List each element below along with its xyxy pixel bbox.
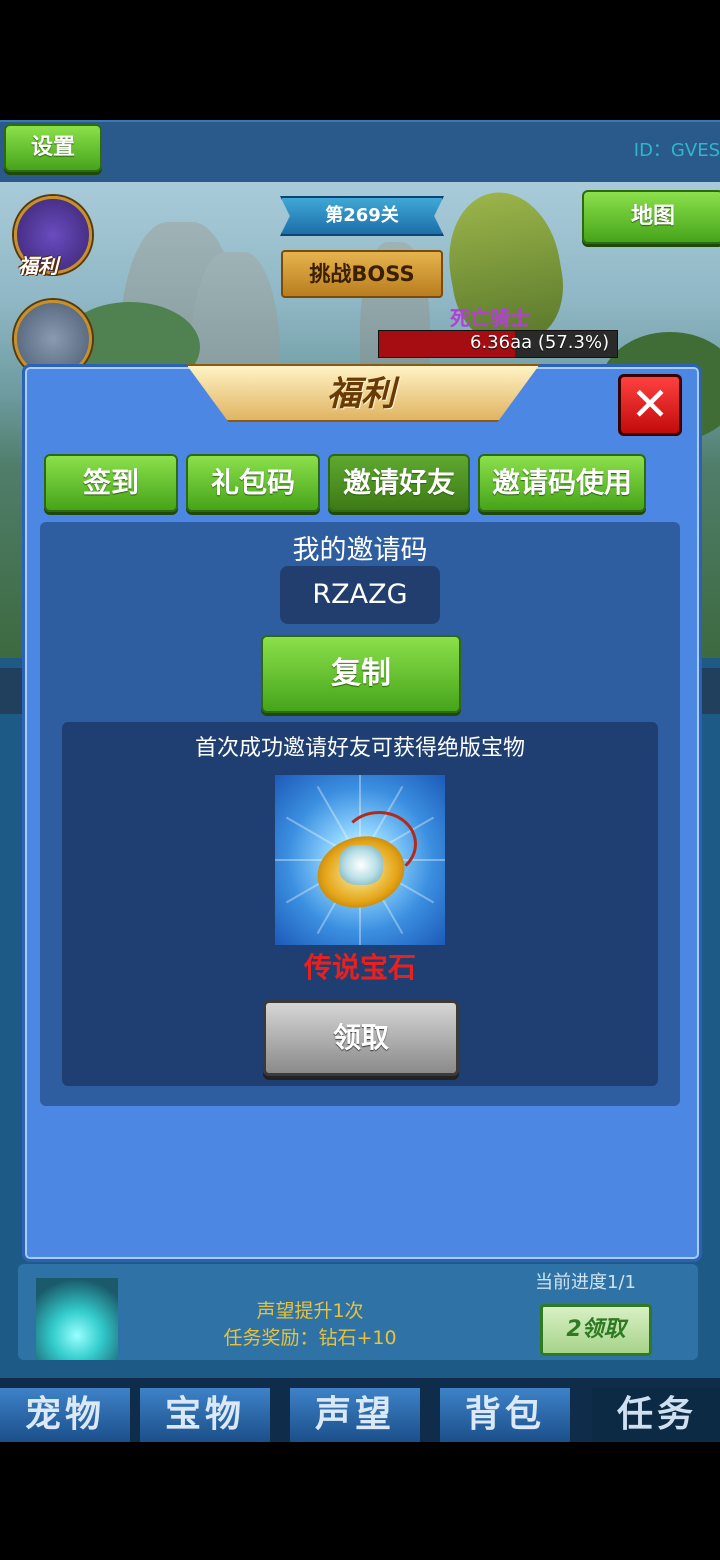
- settings-button[interactable]: 设置: [4, 124, 102, 172]
- invite-code-value: RZAZG: [280, 566, 440, 624]
- task-progress: 当前进度1/1: [535, 1272, 636, 1293]
- map-button[interactable]: 地图: [582, 190, 720, 244]
- challenge-boss-button[interactable]: 挑战BOSS: [281, 250, 443, 298]
- player-id: ID：GVES: [633, 140, 720, 161]
- nav-tab-reputation[interactable]: 声望: [290, 1388, 420, 1442]
- claim-reward-button[interactable]: 领取: [263, 1000, 459, 1076]
- boss-name: 死亡骑士: [450, 306, 530, 330]
- tab-use-invite-code[interactable]: 邀请码使用: [478, 454, 646, 512]
- boss-hp-text: 6.36aa (57.3%): [470, 332, 610, 353]
- gem-amulet-icon: [275, 775, 445, 945]
- tab-signin[interactable]: 签到: [44, 454, 178, 512]
- my-invite-code-label: 我的邀请码: [292, 535, 428, 566]
- task-reward: 任务奖励：钻石+10: [223, 1327, 397, 1349]
- task-title: 声望提升1次: [256, 1300, 364, 1322]
- task-avatar: [36, 1278, 118, 1360]
- nav-tab-treasure[interactable]: 宝物: [140, 1388, 270, 1442]
- dialog-title: 福利: [327, 374, 395, 414]
- task-claim-button[interactable]: 2领取: [540, 1304, 652, 1356]
- copy-button[interactable]: 复制: [261, 635, 461, 713]
- nav-tab-pets[interactable]: 宠物: [0, 1388, 130, 1442]
- close-icon[interactable]: ✕: [618, 374, 682, 436]
- reward-description: 首次成功邀请好友可获得绝版宝物: [194, 736, 525, 761]
- level-indicator: 第269关: [280, 196, 444, 236]
- top-bar: [0, 120, 720, 184]
- tab-gift-code[interactable]: 礼包码: [186, 454, 320, 512]
- nav-tab-backpack[interactable]: 背包: [440, 1388, 570, 1442]
- nav-tab-tasks[interactable]: 任务: [592, 1388, 720, 1442]
- reward-name: 传说宝石: [303, 951, 416, 984]
- welfare-side-label: 福利: [18, 254, 58, 278]
- tab-invite-friends[interactable]: 邀请好友: [328, 454, 470, 512]
